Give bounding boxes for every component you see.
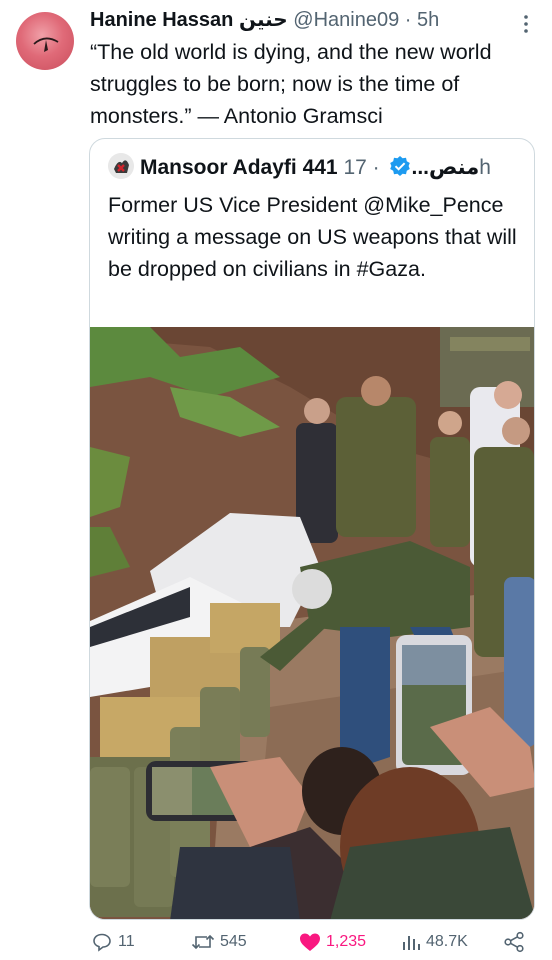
tweet: Hanine Hassan حنين @Hanine09 · 5h “The o… bbox=[0, 0, 552, 960]
tweet-header: Hanine Hassan حنين @Hanine09 · 5h bbox=[90, 8, 530, 33]
share-button[interactable] bbox=[502, 928, 526, 956]
like-count: 1,235 bbox=[326, 933, 367, 950]
more-icon[interactable] bbox=[516, 14, 536, 34]
like-button[interactable]: 1,235 bbox=[298, 928, 366, 956]
views-icon bbox=[403, 936, 420, 950]
quoted-tweet[interactable]: Mansoor Adayfi 441 منص... · 17h Former U… bbox=[89, 138, 535, 920]
quoted-photo[interactable] bbox=[90, 327, 534, 919]
views-button[interactable]: 48.7K bbox=[400, 928, 468, 956]
repost-icon bbox=[191, 934, 215, 950]
author-name[interactable]: Hanine Hassan حنين bbox=[90, 9, 288, 31]
repost-count: 545 bbox=[220, 933, 247, 950]
reply-button[interactable]: 11 bbox=[90, 928, 135, 956]
quoted-author-name[interactable]: Mansoor Adayfi 441 منص... bbox=[140, 156, 479, 179]
like-icon bbox=[300, 933, 320, 951]
tweet-text: “The old world is dying, and the new wor… bbox=[90, 40, 492, 128]
views-count: 48.7K bbox=[426, 933, 468, 950]
share-icon bbox=[504, 931, 524, 953]
reply-icon bbox=[93, 933, 111, 952]
verified-badge-icon bbox=[390, 156, 411, 177]
action-bar: 11 545 1,235 48.7K bbox=[90, 928, 530, 956]
reply-count: 11 bbox=[118, 933, 135, 950]
author-handle-time[interactable]: @Hanine09 · 5h bbox=[288, 9, 439, 31]
quoted-avatar bbox=[108, 153, 134, 180]
repost-button[interactable]: 545 bbox=[190, 928, 247, 956]
quoted-text: Former US Vice President @Mike_Pence wri… bbox=[108, 193, 517, 281]
quoted-header: Mansoor Adayfi 441 منص... · 17h bbox=[108, 153, 518, 183]
author-avatar[interactable] bbox=[16, 12, 74, 70]
